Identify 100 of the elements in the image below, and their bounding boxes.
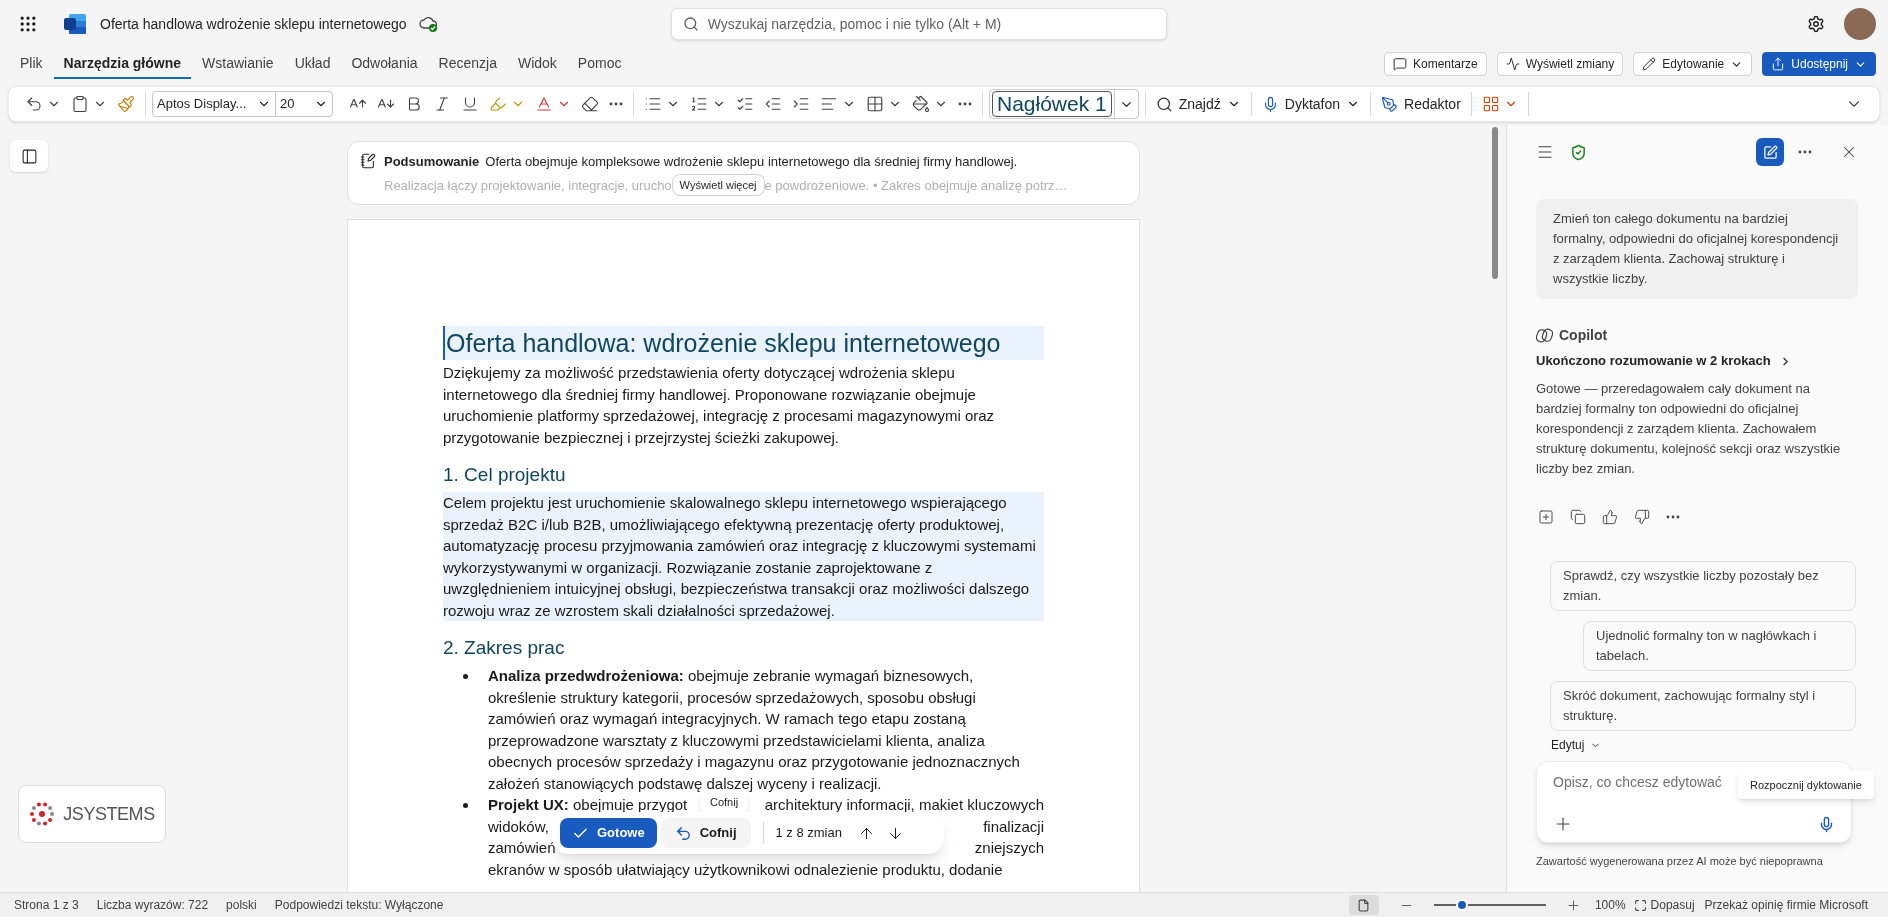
paste-icon xyxy=(71,95,89,113)
list-item-text: ekranów w sposób ułatwiający użytkownikowi odnalezienie produktu, dodanie xyxy=(488,859,1003,880)
more-icon xyxy=(1798,150,1812,154)
fit-icon xyxy=(1633,898,1647,912)
thumbs-down-icon[interactable] xyxy=(1634,509,1650,525)
toolbar-button[interactable]: Komentarze xyxy=(1383,52,1487,76)
paragraph: Dziękujemy za możliwość przedstawienia oferty dotyczącej wdrożenia sklepu internetowego dla średniej firmy handlowej. Proponowane rozwiązanie obejmuje uruchomienie platformy sprzedażowej, integrację z procesami magazynowymi oraz przygotowanie bezpiecznej i przejrzystej ścieżki zakupowej. xyxy=(443,363,996,448)
more-icon xyxy=(1666,515,1680,519)
bullet-icon xyxy=(463,803,468,808)
search-field[interactable]: Wyszukaj narzędzia, pomoc i nie tylko (Alt + M) xyxy=(670,8,1167,40)
feedback-link[interactable]: Przekaż opinię firmie Microsoft xyxy=(1704,896,1868,914)
ribbon-command[interactable]: Dyktafon xyxy=(1257,90,1364,118)
ribbon-tab[interactable]: Odwołania xyxy=(341,49,428,79)
copilot-icon xyxy=(1536,326,1553,344)
toolbar-button[interactable]: Edytowanie xyxy=(1633,52,1753,76)
ribbon-tab[interactable]: Plik xyxy=(10,49,53,79)
borders-icon xyxy=(866,95,884,113)
mode-dropdown[interactable]: Edytuj xyxy=(1551,735,1858,755)
ribbon-tab[interactable]: Widok xyxy=(507,49,567,79)
summary-text: Oferta obejmuje kompleksowe wdrożenie sklepu internetowego dla średniej firmy handlowej. xyxy=(485,153,1018,171)
document-title: Oferta handlowa wdrożenie sklepu internetowego xyxy=(100,14,407,34)
undo-icon xyxy=(25,95,43,113)
section-heading: 2. Zakres prac xyxy=(443,636,566,660)
change-counter: 1 z 8 zmian xyxy=(775,824,842,843)
insert-icon[interactable] xyxy=(1538,509,1554,525)
tooltip: Cofnij xyxy=(700,792,749,812)
navigation-pane-button[interactable] xyxy=(10,140,48,172)
suggestion-chip[interactable]: Sprawdź, czy wszystkie liczby pozostały bez zmian. xyxy=(1550,561,1856,611)
indent-icon xyxy=(792,95,810,113)
zoom-level: 100% xyxy=(1594,897,1626,914)
font-size-dropdown[interactable]: 20 xyxy=(275,91,333,117)
changes-icon xyxy=(1505,57,1520,71)
paragraph: Celem projektu jest uruchomienie skalowalnego sklepu internetowego wspierającego sprzedaż B2C i/lub B2B, umożliwiającego efektywną prezentację oferty produktowej, automatyzację procesu przyjmowania zamówień oraz integrację z kluczowymi systemami wykorzystywanymi w organizacji. Rozwiązanie zostanie zaprojektowane z uwzględnieniem intuicyjnej obsługi, bezpieczeństwa transakcji oraz możliwości dalszego rozwoju wraz ze wzrostem skali działalności sprzedażowej. xyxy=(443,492,1044,621)
ribbon-tab[interactable]: Pomoc xyxy=(567,49,632,79)
cloud-saved-icon xyxy=(418,15,439,33)
shading-icon xyxy=(912,95,930,113)
zoom-in-icon[interactable] xyxy=(1565,897,1581,913)
microphone-icon[interactable] xyxy=(1818,815,1835,833)
numbering-icon xyxy=(690,95,708,113)
status-item: polski xyxy=(226,897,257,914)
find-icon xyxy=(1155,95,1173,113)
copy-icon[interactable] xyxy=(1570,509,1586,525)
assistant-response: Gotowe — przeredagowałem cały dokument na bardziej formalny ton odpowiedni do oficjalnej korespondencji z zarządem klienta. Zachowałem strukturę dokumentu, kolejność sekcji oraz wszystkie liczby bez zmian. xyxy=(1536,380,1842,478)
zoom-slider-thumb[interactable] xyxy=(1455,899,1468,911)
style-dropdown[interactable]: Nagłówek 1 xyxy=(989,89,1139,119)
bullets-icon xyxy=(644,95,662,113)
list-item-text: Projekt UX: obejmuje przygot xyxy=(488,795,688,815)
status-item: Liczba wyrazów: 722 xyxy=(96,897,209,914)
share-button[interactable]: Udostępnij xyxy=(1762,52,1876,76)
search-icon xyxy=(682,16,699,32)
page-icon xyxy=(1357,898,1371,912)
compose-icon xyxy=(1762,144,1778,160)
ai-disclaimer: Zawartość wygenerowana przez AI może być niepoprawna xyxy=(1536,854,1824,869)
editor-icon xyxy=(1381,95,1398,113)
waffle-icon xyxy=(18,14,38,34)
fit-button[interactable]: Dopasuj xyxy=(1633,896,1695,914)
toolbar-button[interactable]: Wyświetl zmiany xyxy=(1496,52,1624,76)
user-message: Zmień ton całego dokumentu na bardziej formalny, odpowiedni do oficjalnej korespondencji z zarządem klienta. Zachowaj strukturę i wszystkie liczby. xyxy=(1536,199,1858,299)
show-more-button[interactable]: Wyświetl więcej xyxy=(671,174,765,197)
ribbon-tab[interactable]: Układ xyxy=(284,49,341,79)
list-item: Analiza przedwdrożeniowa: obejmuje zebranie wymagań biznesowych, określenie struktury kategorii, procesów sprzedażowych, sposobu obsługi zamówień oraz wymagań integracyjnych. W ramach tego etapu zostaną przeprowadzone warsztaty z kluczowymi przedstawicielami klienta, analiza obecnych procesów sprzedaży i magazynu oraz przygotowanie jednoznacznych założeń stanowiących podstawę dalszej wyceny i realizacji. xyxy=(488,666,1021,794)
avatar[interactable] xyxy=(1844,8,1876,40)
shield-icon xyxy=(1570,143,1587,161)
summary-label: Podsumowanie xyxy=(384,153,480,171)
status-item: Strona 1 z 3 xyxy=(14,897,79,914)
list-item-text: finalizacji xyxy=(983,816,1044,837)
suggestion-chip[interactable]: Ujednolić formalny ton w nagłówkach i tabelach. xyxy=(1583,621,1856,671)
new-chat-button[interactable] xyxy=(1756,138,1784,166)
ribbon-tab[interactable]: Recenzja xyxy=(428,49,507,79)
align-icon xyxy=(820,95,838,113)
add-ins-icon xyxy=(1481,95,1500,113)
undo-button[interactable]: Cofnij xyxy=(660,818,751,848)
editing-icon xyxy=(1642,57,1657,71)
list-item-text: widoków, xyxy=(488,816,549,837)
print-layout-button[interactable] xyxy=(1348,895,1379,915)
panel-icon xyxy=(20,147,38,165)
tooltip: Rozpocznij dyktowanie xyxy=(1738,771,1874,799)
ribbon-command[interactable]: Znajdź xyxy=(1151,90,1245,118)
thumbs-up-icon[interactable] xyxy=(1602,509,1618,525)
ribbon-tab[interactable]: Narzędzia główne xyxy=(53,49,192,79)
logo-mark-icon xyxy=(29,801,56,827)
ribbon-command[interactable]: Redaktor xyxy=(1377,90,1465,118)
app-logo-icon xyxy=(64,14,86,34)
suggestion-chip[interactable]: Skróć dokument, zachowując formalny styl i strukturę. xyxy=(1550,681,1856,731)
menu-icon[interactable] xyxy=(1536,143,1554,161)
share-icon xyxy=(1771,57,1786,71)
font-dropdown[interactable]: Aptos Display... xyxy=(152,91,276,117)
clear-format-icon xyxy=(581,95,599,113)
underline-icon xyxy=(461,95,479,113)
summary-preview: Realizacja łączy projektowanie, integracje, urucho xyxy=(384,176,672,195)
bullet-icon xyxy=(463,674,468,679)
logo-text: JSYSTEMS xyxy=(63,802,155,826)
comments-icon xyxy=(1392,57,1407,71)
reasoning-link[interactable]: Ukończono rozumowanie w 2 krokach xyxy=(1536,351,1858,371)
more-icon xyxy=(609,102,623,106)
done-button[interactable]: Gotowe xyxy=(560,818,657,848)
section-heading: 1. Cel projektu xyxy=(443,463,567,487)
ribbon-tab[interactable]: Wstawianie xyxy=(192,49,284,79)
prompt-input[interactable]: Opisz, co chcesz edytować xyxy=(1553,772,1723,792)
more-icon xyxy=(958,102,972,106)
